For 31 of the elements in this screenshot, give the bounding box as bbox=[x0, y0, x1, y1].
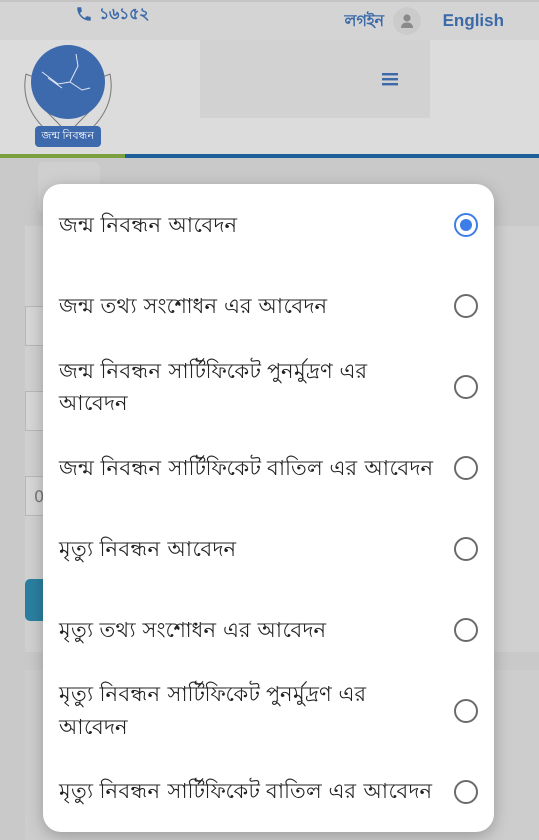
application-option[interactable]: জন্ম নিবন্ধন সার্টিফিকেট পুনর্মুদ্রণ এর আবেদন bbox=[43, 346, 494, 428]
application-option[interactable]: মৃত্যু তথ্য সংশোধন এর আবেদন bbox=[43, 589, 494, 670]
language-link[interactable]: English bbox=[442, 11, 504, 31]
radio-button[interactable] bbox=[454, 618, 478, 642]
application-option[interactable]: জন্ম তথ্য সংশোধন এর আবেদন bbox=[43, 266, 494, 347]
radio-button[interactable] bbox=[454, 536, 478, 561]
phone-icon bbox=[75, 5, 93, 23]
radio-button[interactable] bbox=[454, 213, 478, 238]
logo-caption: জন্ম নিবন্ধন bbox=[35, 126, 101, 147]
application-option[interactable]: মৃত্যু নিবন্ধন সার্টিফিকেট বাতিল এর আবেদন bbox=[43, 751, 494, 832]
option-label: জন্ম নিবন্ধন আবেদন bbox=[59, 212, 238, 240]
option-label: জন্ম তথ্য সংশোধন এর আবেদন bbox=[59, 293, 328, 320]
application-option[interactable]: মৃত্যু নিবন্ধন আবেদন bbox=[43, 508, 494, 590]
application-option[interactable]: মৃত্যু নিবন্ধন সার্টিফিকেট পুনর্মুদ্রণ এর আবেদন bbox=[43, 670, 494, 752]
option-label: মৃত্যু নিবন্ধন সার্টিফিকেট বাতিল এর আবেদন bbox=[59, 776, 432, 806]
radio-button[interactable] bbox=[454, 698, 478, 723]
radio-button[interactable] bbox=[454, 375, 478, 400]
radio-button[interactable] bbox=[454, 780, 478, 804]
option-label: জন্ম নিবন্ধন সার্টিফিকেট বাতিল এর আবেদন bbox=[59, 454, 434, 482]
option-label: জন্ম নিবন্ধন সার্টিফিকেট পুনর্মুদ্রণ এর আবেদন bbox=[59, 356, 369, 418]
application-option[interactable]: জন্ম নিবন্ধন সার্টিফিকেট বাতিল এর আবেদন bbox=[43, 428, 494, 508]
application-option[interactable]: জন্ম নিবন্ধন আবেদন bbox=[43, 185, 494, 266]
option-label: মৃত্যু নিবন্ধন সার্টিফিকেট পুনর্মুদ্রণ এর আবেদন bbox=[59, 680, 368, 741]
option-label: মৃত্যু তথ্য সংশোধন এর আবেদন bbox=[59, 616, 327, 646]
option-label: মৃত্যু নিবন্ধন আবেদন bbox=[59, 536, 236, 564]
radio-button[interactable] bbox=[454, 456, 478, 480]
radio-button[interactable] bbox=[454, 294, 478, 318]
field-value: 0 bbox=[34, 486, 44, 506]
hotline-number: ১৬১৫২ bbox=[99, 2, 149, 24]
menu-icon[interactable] bbox=[382, 72, 398, 86]
login-link[interactable]: লগইন bbox=[344, 8, 385, 34]
